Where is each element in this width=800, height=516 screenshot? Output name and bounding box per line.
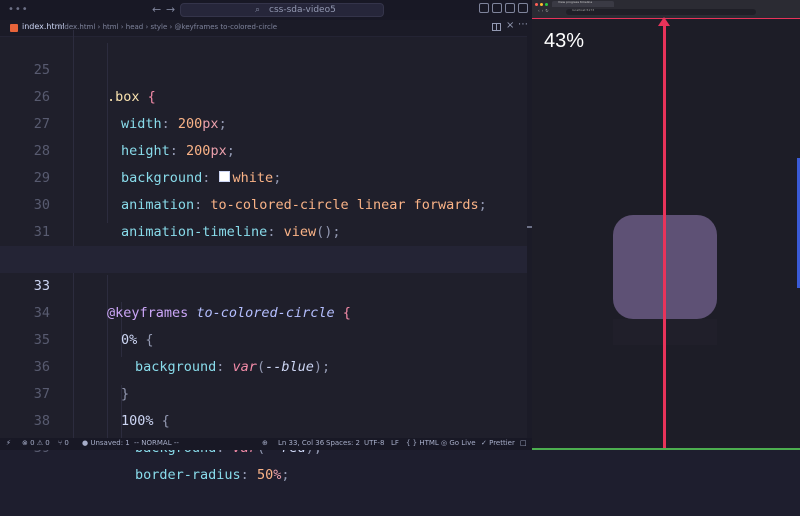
remote-icon[interactable]: ⚡	[6, 439, 11, 447]
code-line: 38 background: var(--red);	[0, 381, 527, 456]
code-editor: ••• ← → ⌕ css-sda-video5 index.html inde…	[0, 0, 532, 483]
status-bar: ⚡ ⊗ 0 ⚠ 0 ⑂ 0 ● Unsaved: 1 -- NORMAL -- …	[0, 438, 532, 450]
code-line: 35 background: var(--blue);	[0, 300, 527, 375]
semicolon: ;	[281, 467, 290, 483]
code-line: 32	[0, 219, 527, 267]
view-timeline-line	[663, 20, 666, 450]
maximize-window-icon[interactable]	[545, 3, 548, 6]
code-line: 25 .box {	[0, 30, 527, 105]
colon: :	[240, 467, 257, 483]
zoom-icon[interactable]: ⊕	[262, 439, 268, 447]
go-live-button[interactable]: ◎ Go Live	[441, 439, 476, 447]
code-line: 29 animation: to-colored-circle linear f…	[0, 138, 527, 213]
toggle-panel-icon[interactable]	[492, 3, 502, 13]
number: 50	[256, 467, 274, 483]
toggle-sidebar-icon[interactable]	[479, 3, 489, 13]
back-arrow-icon[interactable]: ←	[152, 3, 161, 16]
notifications-icon[interactable]: □	[520, 439, 527, 447]
address-bar-url: localhost:5173	[572, 8, 595, 12]
code-line: 37 100% {	[0, 354, 527, 429]
search-icon: ⌕	[255, 5, 261, 15]
prettier-status[interactable]: ✓ Prettier	[481, 439, 515, 447]
code-line: 28 background: white;	[0, 111, 527, 186]
property: border-radius	[135, 467, 241, 483]
code-line: 26 width: 200px;	[0, 57, 527, 132]
code-line: 30 animation-timeline: view();	[0, 165, 527, 240]
language-mode[interactable]: { } HTML	[406, 439, 439, 447]
menu-dots-icon[interactable]: •••	[8, 4, 29, 15]
command-center-search[interactable]: ⌕ css-sda-video5	[180, 3, 384, 17]
ports-status[interactable]: ⑂ 0	[58, 439, 69, 447]
toggle-secondary-sidebar-icon[interactable]	[505, 3, 515, 13]
cursor-position[interactable]: Ln 33, Col 36	[278, 439, 324, 447]
code-line: 39 border-radius: 50%;	[0, 408, 527, 483]
title-bar: ••• ← → ⌕ css-sda-video5	[0, 0, 532, 20]
code-line: 36 }	[0, 327, 527, 402]
problems-status[interactable]: ⊗ 0 ⚠ 0	[22, 439, 50, 447]
vim-mode-status: -- NORMAL --	[134, 439, 179, 447]
browser-preview: View progress timeline ‹›↻ localhost:517…	[532, 0, 800, 450]
close-window-icon[interactable]	[535, 3, 538, 6]
scroll-progress-text: 43%	[544, 30, 585, 52]
forward-arrow-icon[interactable]: →	[166, 3, 175, 16]
unit: %	[273, 467, 282, 483]
unsaved-status[interactable]: ● Unsaved: 1	[82, 439, 130, 447]
indentation-status[interactable]: Spaces: 2	[326, 439, 360, 447]
address-bar[interactable]	[566, 9, 756, 15]
eol-status[interactable]: LF	[391, 439, 399, 447]
code-line: 31 }	[0, 192, 527, 267]
browser-tab-title: View progress timeline	[558, 0, 593, 4]
browser-nav-icons[interactable]: ‹›↻	[538, 8, 551, 13]
customize-layout-icon[interactable]	[518, 3, 528, 13]
arrow-up-icon	[658, 17, 670, 26]
code-line-active: 33 @keyframes to-colored-circle {	[0, 246, 527, 321]
encoding-status[interactable]: UTF-8	[364, 439, 384, 447]
code-line: 27 height: 200px;	[0, 84, 527, 159]
workspace-name: css-sda-video5	[269, 5, 336, 15]
code-line: 34 0% {	[0, 273, 527, 348]
minimize-window-icon[interactable]	[540, 3, 543, 6]
